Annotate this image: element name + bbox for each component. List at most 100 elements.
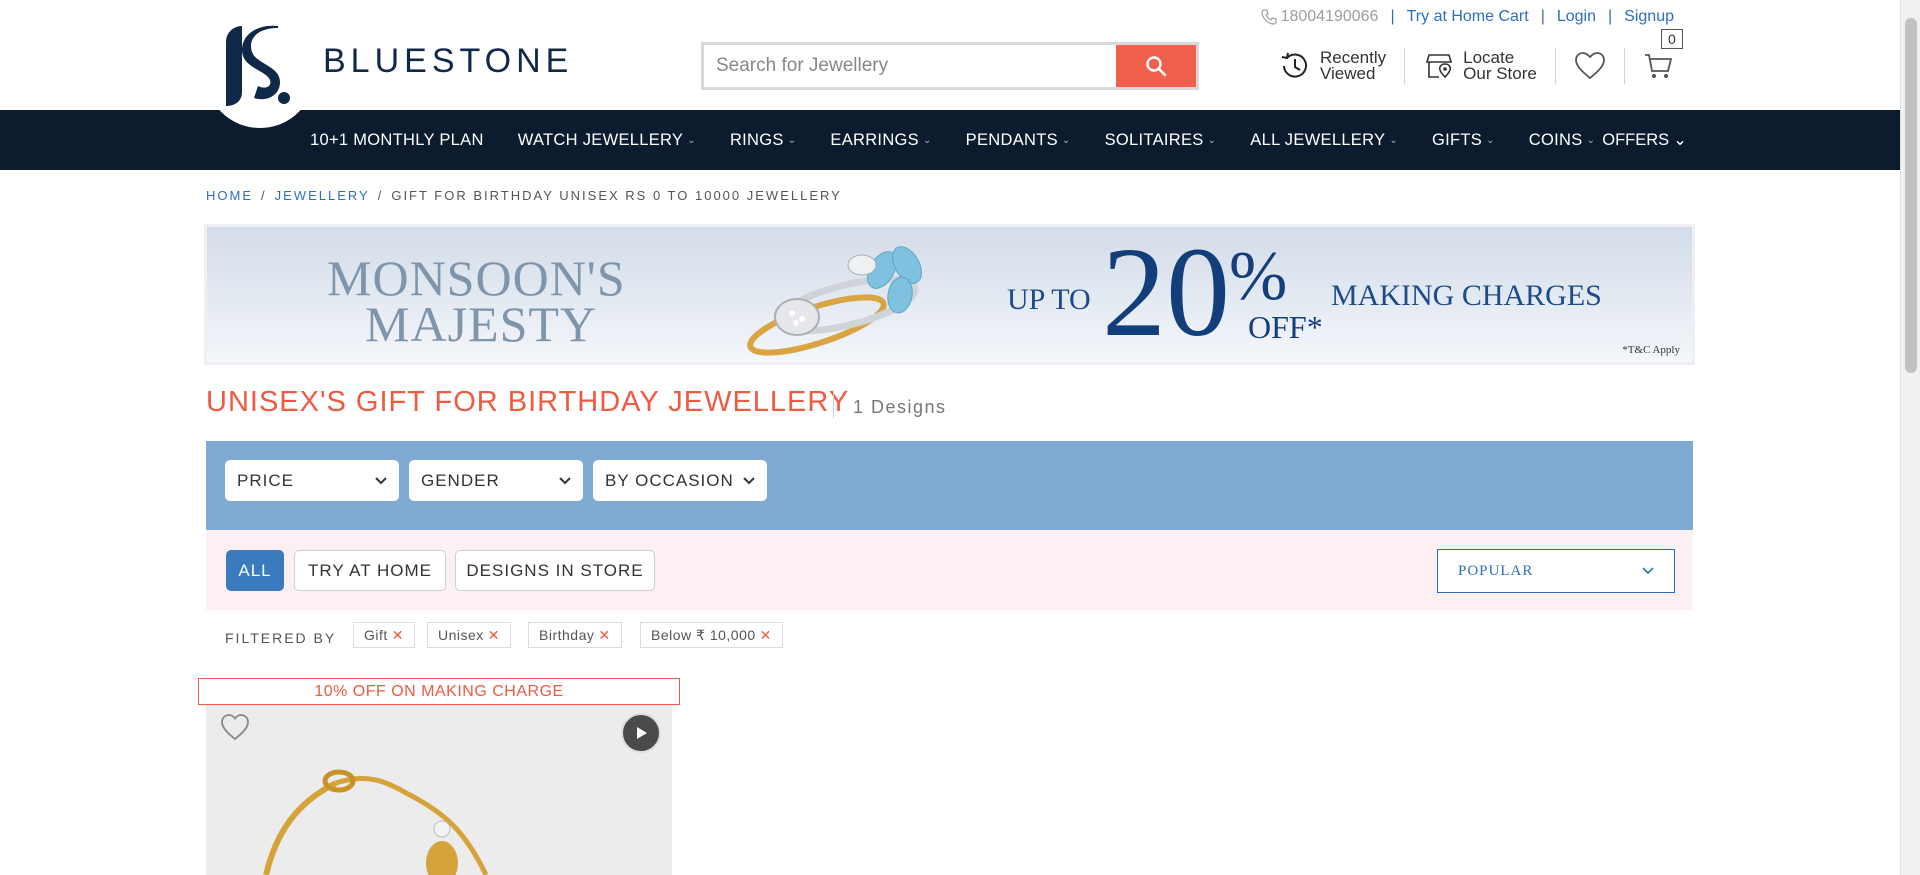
filter-chip-gift[interactable]: Gift ✕	[353, 622, 416, 648]
tab-all[interactable]: ALL	[226, 550, 284, 591]
cart-count-badge: 0	[1660, 29, 1683, 49]
nav-item-gifts[interactable]: GIFTS ⌄	[1432, 131, 1495, 150]
banner-percent: 20	[1102, 224, 1230, 363]
chevron-down-icon: ⌄	[1207, 134, 1217, 146]
chevron-down-icon	[743, 476, 755, 484]
gender-filter-dropdown[interactable]: GENDER	[409, 460, 583, 501]
filter-chip-price[interactable]: Below ₹ 10,000 ✕	[640, 622, 783, 648]
sort-dropdown[interactable]: POPULAR	[1437, 549, 1675, 593]
breadcrumb-jewellery[interactable]: JEWELLERY	[275, 188, 370, 203]
chip-label: Birthday	[539, 627, 595, 643]
link-separator: |	[1390, 8, 1395, 25]
recently-label-2: Viewed	[1320, 64, 1376, 83]
banner-off: OFF*	[1248, 309, 1323, 345]
brand-name[interactable]: BLUESTONE	[323, 42, 573, 81]
chevron-down-icon: ⌄	[1673, 131, 1687, 149]
chevron-down-icon	[1642, 567, 1654, 575]
dropdown-label: BY OCCASION	[605, 470, 734, 490]
tab-try-at-home[interactable]: TRY AT HOME	[294, 550, 446, 591]
close-icon[interactable]: ✕	[392, 627, 404, 644]
locate-store[interactable]: Locate Our Store	[1423, 49, 1537, 83]
link-separator: |	[1608, 8, 1613, 25]
chevron-down-icon: ⌄	[1586, 134, 1596, 146]
close-icon[interactable]: ✕	[488, 627, 500, 644]
nav-item-label: PENDANTS	[965, 130, 1058, 149]
nav-item-label: OFFERS	[1602, 130, 1670, 149]
occasion-filter-dropdown[interactable]: BY OCCASION	[593, 460, 767, 501]
wishlist-button[interactable]	[1574, 51, 1606, 81]
nav-item-coins[interactable]: COINS ⌄	[1529, 131, 1595, 150]
search-bar	[701, 42, 1199, 90]
page-title: UNISEX'S GIFT FOR BIRTHDAY JEWELLERY	[206, 386, 850, 418]
title-divider	[833, 390, 834, 418]
nav-item-offers[interactable]: OFFERS ⌄	[1602, 110, 1687, 170]
dropdown-label: PRICE	[237, 470, 294, 490]
chip-label: Below ₹ 10,000	[651, 626, 756, 643]
cart-button[interactable]: 0	[1643, 29, 1683, 81]
nav-list: 10+1 MONTHLY PLAN WATCH JEWELLERY ⌄ RINGS ⌄ E…	[310, 110, 1629, 170]
bluestone-logo-icon[interactable]	[218, 22, 298, 108]
nav-item-label: EARRINGS	[830, 130, 919, 149]
banner-up-to: UP TO	[1007, 283, 1091, 316]
promo-banner[interactable]: MONSOON'S MAJESTY UP TO 20 % OFF* MAKING…	[204, 224, 1695, 365]
divider	[1623, 48, 1625, 84]
close-icon[interactable]: ✕	[760, 627, 772, 644]
filter-bar: PRICE GENDER BY OCCASION	[206, 441, 1693, 530]
try-home-cart-link[interactable]: Try at Home Cart	[1407, 8, 1529, 26]
recently-viewed[interactable]: Recently Viewed	[1278, 49, 1386, 83]
signup-link[interactable]: Signup	[1624, 8, 1674, 26]
scrollbar-thumb[interactable]	[1905, 18, 1917, 373]
dropdown-label: GENDER	[421, 470, 500, 490]
heart-icon	[1574, 52, 1605, 80]
chevron-down-icon: ⌄	[687, 134, 696, 146]
top-links: 18004190066 | Try at Home Cart | Login |…	[1260, 8, 1674, 26]
search-button[interactable]	[1116, 45, 1196, 87]
chevron-down-icon: ⌄	[1486, 134, 1495, 146]
page-scrollbar[interactable]	[1900, 0, 1920, 875]
nav-item-10-1-monthly-plan[interactable]: 10+1 MONTHLY PLAN	[310, 131, 484, 150]
store-location-icon	[1426, 54, 1453, 79]
cart-icon	[1644, 54, 1672, 78]
nav-item-label: 10+1 MONTHLY PLAN	[310, 130, 484, 149]
header-actions: Recently Viewed Locate Our Store 0	[1278, 29, 1683, 84]
breadcrumb-separator: /	[377, 188, 384, 203]
nav-item-rings[interactable]: RINGS ⌄	[730, 131, 796, 150]
breadcrumb-separator: /	[261, 188, 267, 203]
nav-item-label: ALL JEWELLERY	[1250, 130, 1386, 149]
phone-number: 18004190066	[1280, 8, 1379, 25]
banner-title-line2: MAJESTY	[365, 296, 598, 352]
nav-item-label: SOLITAIRES	[1104, 130, 1204, 149]
filter-chip-birthday[interactable]: Birthday ✕	[528, 622, 622, 648]
play-icon	[637, 727, 647, 739]
nav-item-earrings[interactable]: EARRINGS ⌄	[830, 131, 931, 150]
phone-icon	[1260, 9, 1277, 25]
breadcrumb: HOME / JEWELLERY / GIFT FOR BIRTHDAY UNI…	[206, 188, 842, 203]
tabs-row: ALL TRY AT HOME DESIGNS IN STORE POPULAR	[206, 530, 1693, 610]
history-icon	[1281, 52, 1307, 78]
banner-terms: *T&C Apply	[1622, 344, 1680, 356]
site-header: BLUESTONE 18004190066 | Try at Home Cart…	[0, 0, 1900, 128]
nav-item-watch-jewellery[interactable]: WATCH JEWELLERY ⌄	[518, 131, 696, 150]
play-video-button[interactable]	[621, 713, 661, 753]
login-link[interactable]: Login	[1557, 8, 1596, 26]
nav-item-label: RINGS	[729, 130, 784, 149]
search-input[interactable]	[704, 45, 1116, 87]
link-separator: |	[1540, 8, 1545, 25]
phone-contact[interactable]: 18004190066	[1260, 8, 1379, 26]
filter-chip-unisex[interactable]: Unisex ✕	[427, 622, 512, 648]
divider	[1404, 48, 1406, 84]
product-card[interactable]	[206, 703, 672, 875]
breadcrumb-home[interactable]: HOME	[206, 188, 253, 203]
close-icon[interactable]: ✕	[598, 627, 610, 644]
nav-item-label: WATCH JEWELLERY	[517, 130, 684, 149]
nav-item-pendants[interactable]: PENDANTS ⌄	[966, 131, 1071, 150]
chip-label: Unisex	[438, 627, 484, 643]
price-filter-dropdown[interactable]: PRICE	[225, 460, 399, 501]
offer-ribbon: 10% OFF ON MAKING CHARGE	[198, 678, 680, 705]
locate-label-2: Our Store	[1463, 64, 1537, 83]
heart-icon[interactable]	[220, 713, 250, 743]
banner-percent-symbol: %	[1229, 238, 1288, 315]
nav-item-all-jewellery[interactable]: ALL JEWELLERY ⌄	[1250, 131, 1398, 150]
tab-designs-in-store[interactable]: DESIGNS IN STORE	[455, 550, 655, 591]
nav-item-solitaires[interactable]: SOLITAIRES ⌄	[1105, 131, 1217, 150]
